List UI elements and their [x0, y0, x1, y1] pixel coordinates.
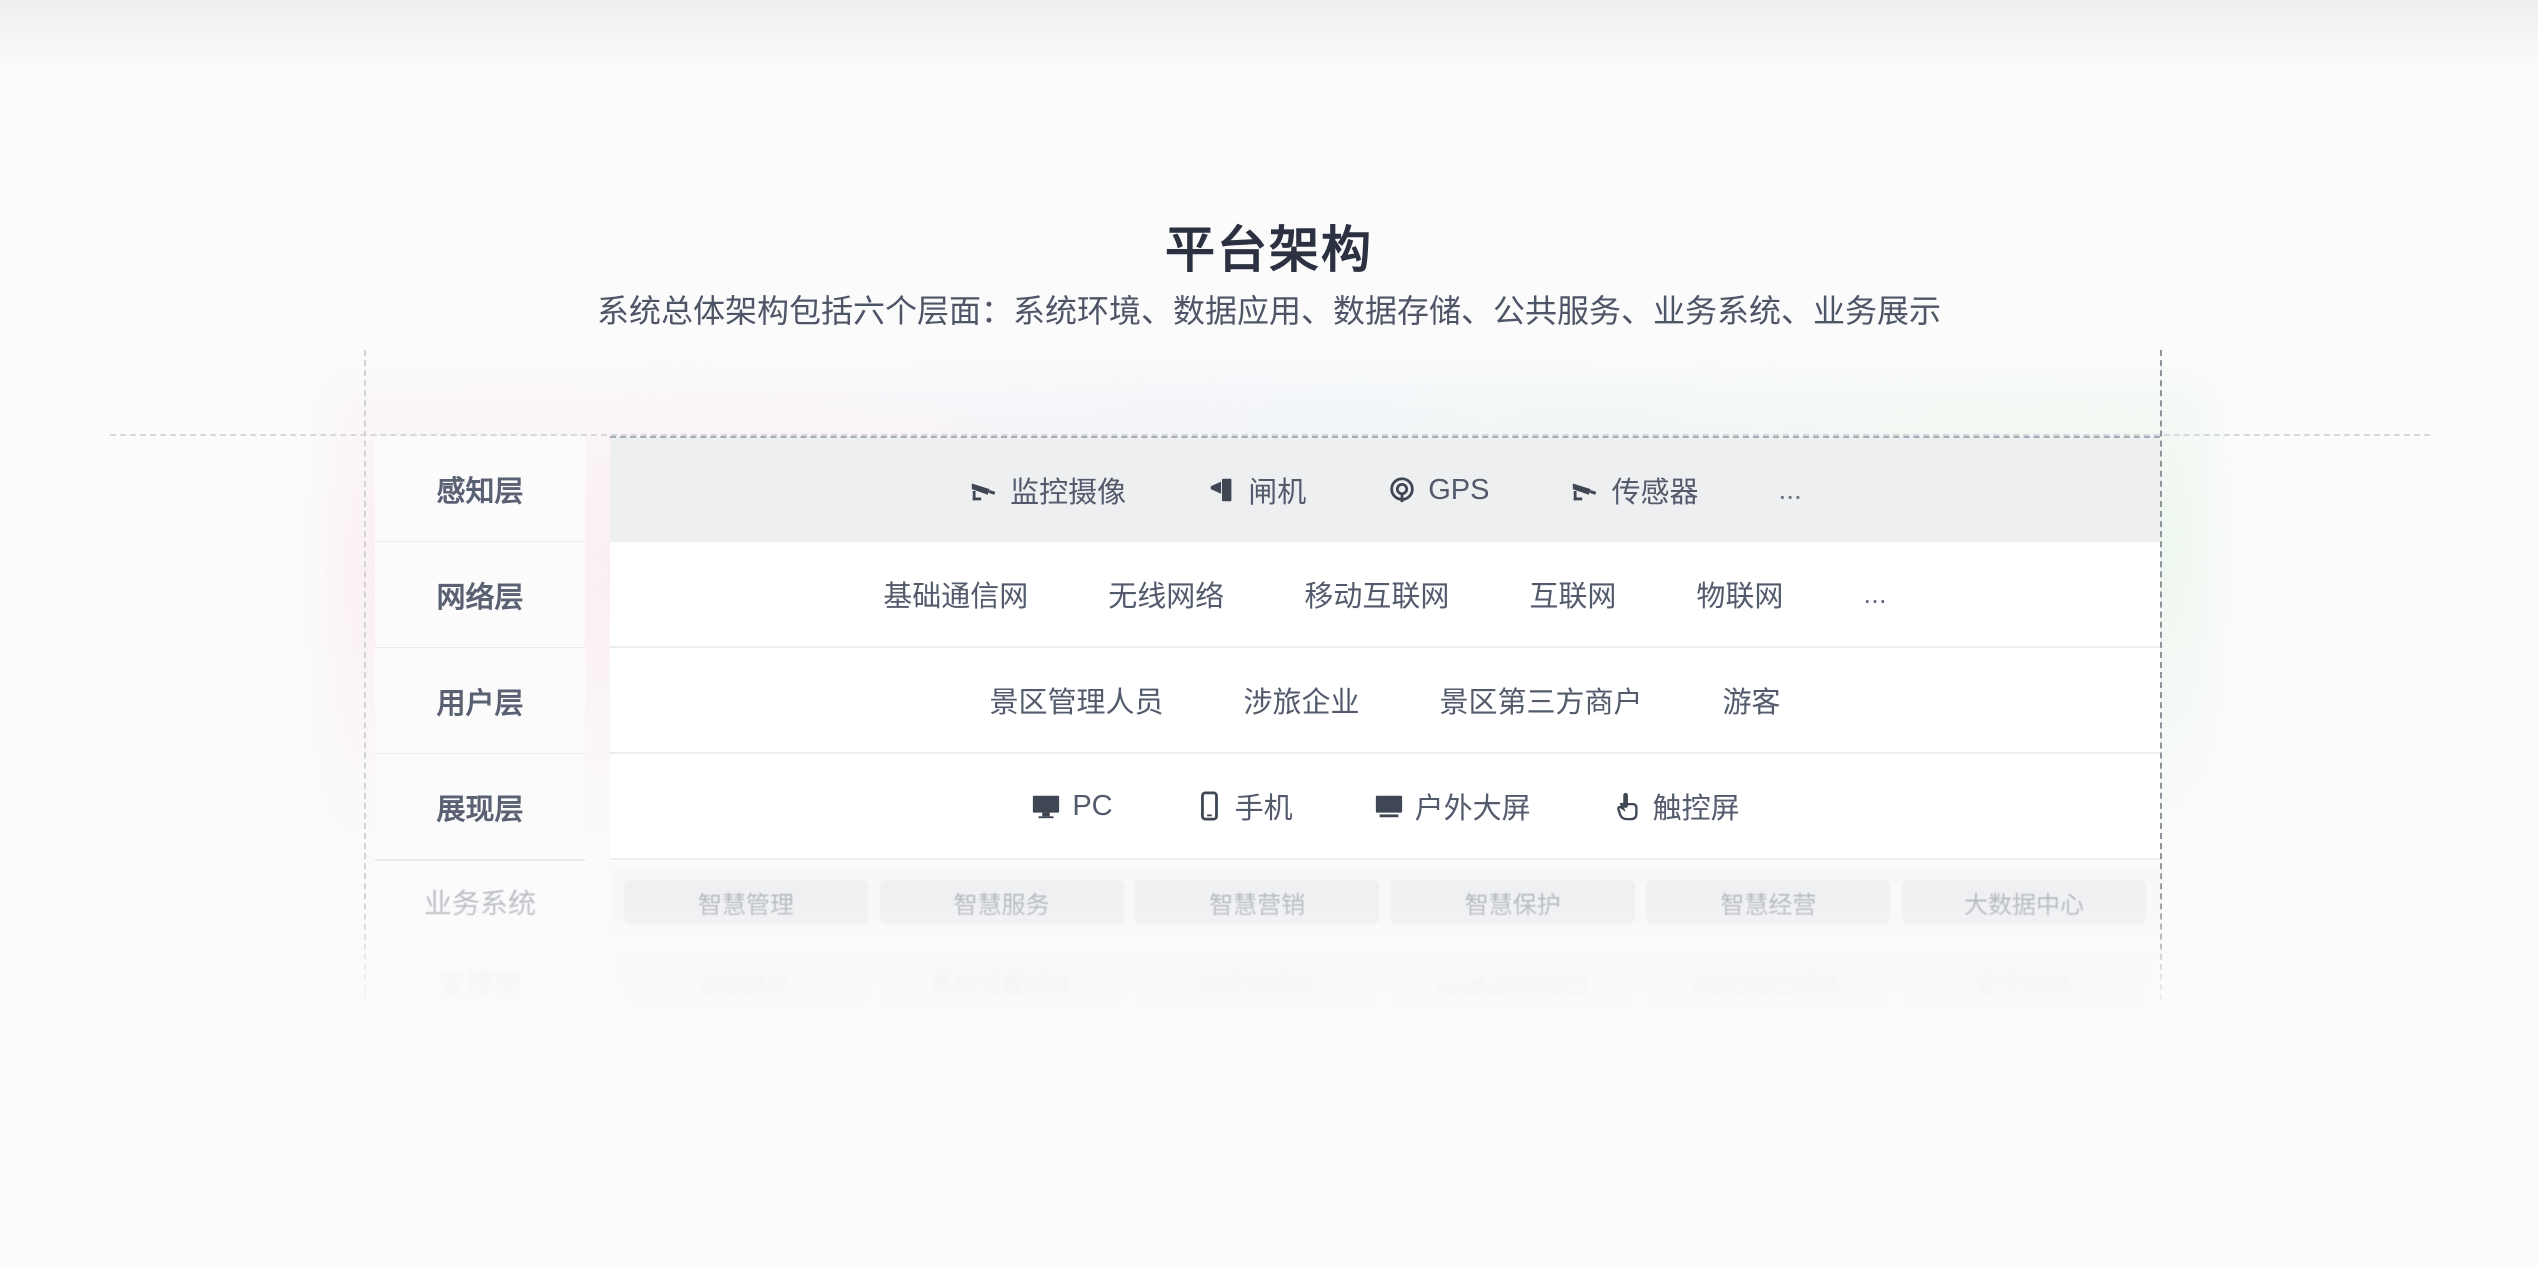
layer-label: 网络层 [375, 542, 585, 649]
architecture-diagram: 感知层 监控摄像 闸机 GPS 传感器 ... 网络层 基础通信网 无线网络 移… [365, 436, 2160, 861]
module-chip: 智慧经营 [1646, 880, 1891, 924]
touch-icon [1611, 790, 1643, 822]
layer-item: PC [1030, 789, 1113, 823]
layer-item: 涉旅企业 [1243, 679, 1359, 721]
layer-panel: 监控摄像 闸机 GPS 传感器 ... [610, 436, 2160, 544]
layer-user: 用户层 景区管理人员 涉旅企业 景区第三方商户 游客 [365, 648, 2160, 755]
faded-layers: 业务系统 智慧管理 智慧服务 智慧营销 智慧保护 智慧经营 大数据中心 支撑层 … [365, 862, 2160, 1018]
layer-business: 业务系统 智慧管理 智慧服务 智慧营销 智慧保护 智慧经营 大数据中心 [365, 862, 2160, 944]
module-chip: 安全组件 [1901, 962, 2146, 1006]
top-shadow [0, 0, 2538, 70]
layer-label: 支撑层 [437, 970, 522, 1001]
layer-item: 触控屏 [1611, 785, 1740, 827]
layer-label: 用户层 [375, 648, 585, 755]
layer-panel: 智慧管理 智慧服务 智慧营销 智慧保护 智慧经营 大数据中心 [610, 868, 2160, 936]
item-text: 基础通信网 [883, 581, 1029, 613]
layer-label: 业务系统 [423, 888, 536, 919]
item-text: 手机 [1234, 793, 1293, 825]
module-chip: GIS组件 [624, 962, 868, 1006]
module-chip: 消息中间件 [1135, 962, 1380, 1006]
mobile-icon [1193, 790, 1225, 822]
item-text: 景区管理人员 [989, 687, 1164, 719]
layer-item: 游客 [1723, 679, 1781, 721]
layer-item: 手机 [1193, 785, 1293, 827]
item-text: 闸机 [1248, 477, 1307, 509]
item-text: 涉旅企业 [1243, 687, 1360, 719]
layer-presentation: 展现层 PC 手机 户外大屏 触控屏 [365, 754, 2160, 861]
item-text: 传感器 [1611, 477, 1699, 509]
module-chip: 智慧管理 [624, 880, 868, 924]
layer-item: 互联网 [1529, 573, 1616, 615]
item-text: 互联网 [1529, 581, 1617, 613]
layer-item: 移动互联网 [1304, 573, 1449, 615]
module-chip: 大数据中心 [1901, 880, 2146, 924]
layer-label: 感知层 [375, 436, 585, 543]
camera-icon [968, 474, 1000, 506]
layer-item: 户外大屏 [1373, 785, 1531, 827]
guide-line-right [2160, 350, 2162, 1000]
layer-panel: 基础通信网 无线网络 移动互联网 互联网 物联网 ... [610, 542, 2160, 648]
item-text: 游客 [1722, 687, 1781, 719]
item-text: GPS [1428, 473, 1490, 506]
module-chip: PDO接口组件 [1646, 962, 1891, 1006]
sensor-icon [1569, 474, 1601, 506]
page-title: 平台架构 [1165, 222, 1373, 278]
layer-item: 无线网络 [1108, 573, 1224, 615]
layer-panel: PC 手机 户外大屏 触控屏 [610, 754, 2160, 860]
gps-icon [1386, 474, 1418, 506]
more-ellipsis: ... [1778, 474, 1802, 505]
item-text: 触控屏 [1652, 793, 1740, 825]
layer-item: 景区管理人员 [989, 679, 1163, 721]
module-chip: 智慧保护 [1390, 880, 1635, 924]
module-chip: restfulAPI接口 [1390, 962, 1635, 1006]
layer-item: GPS [1386, 474, 1489, 507]
item-text: 户外大屏 [1414, 793, 1531, 825]
layer-support: 支撑层 GIS组件 系统设置组件 消息中间件 restfulAPI接口 PDO接… [365, 944, 2160, 1026]
layer-panel: GIS组件 系统设置组件 消息中间件 restfulAPI接口 PDO接口组件 … [610, 950, 2160, 1018]
page-subtitle: 系统总体架构包括六个层面：系统环境、数据应用、数据存储、公共服务、业务系统、业务… [596, 293, 1941, 329]
module-chip: 智慧营销 [1135, 880, 1380, 924]
item-text: PC [1072, 789, 1113, 822]
item-text: 景区第三方商户 [1439, 687, 1643, 719]
layer-network: 网络层 基础通信网 无线网络 移动互联网 互联网 物联网 ... [365, 542, 2160, 649]
item-text: 监控摄像 [1010, 477, 1127, 509]
more-ellipsis: ... [1863, 578, 1887, 609]
layer-perception: 感知层 监控摄像 闸机 GPS 传感器 ... [365, 436, 2160, 544]
layer-label: 展现层 [375, 754, 585, 861]
layer-item: 物联网 [1696, 573, 1783, 615]
layer-item: 基础通信网 [883, 573, 1028, 615]
item-text: 移动互联网 [1304, 581, 1450, 613]
layer-item: 景区第三方商户 [1440, 679, 1643, 721]
item-text: 无线网络 [1108, 581, 1225, 613]
gate-icon [1206, 474, 1238, 506]
module-chip: 系统设置组件 [879, 962, 1124, 1006]
item-text: 物联网 [1696, 581, 1784, 613]
layer-item: 监控摄像 [968, 469, 1126, 511]
layer-item: 闸机 [1206, 469, 1306, 511]
layer-panel: 景区管理人员 涉旅企业 景区第三方商户 游客 [610, 648, 2160, 754]
layer-item: 传感器 [1569, 469, 1698, 511]
module-chip: 智慧服务 [879, 880, 1124, 924]
desktop-icon [1030, 790, 1062, 822]
screen-icon [1373, 790, 1405, 822]
